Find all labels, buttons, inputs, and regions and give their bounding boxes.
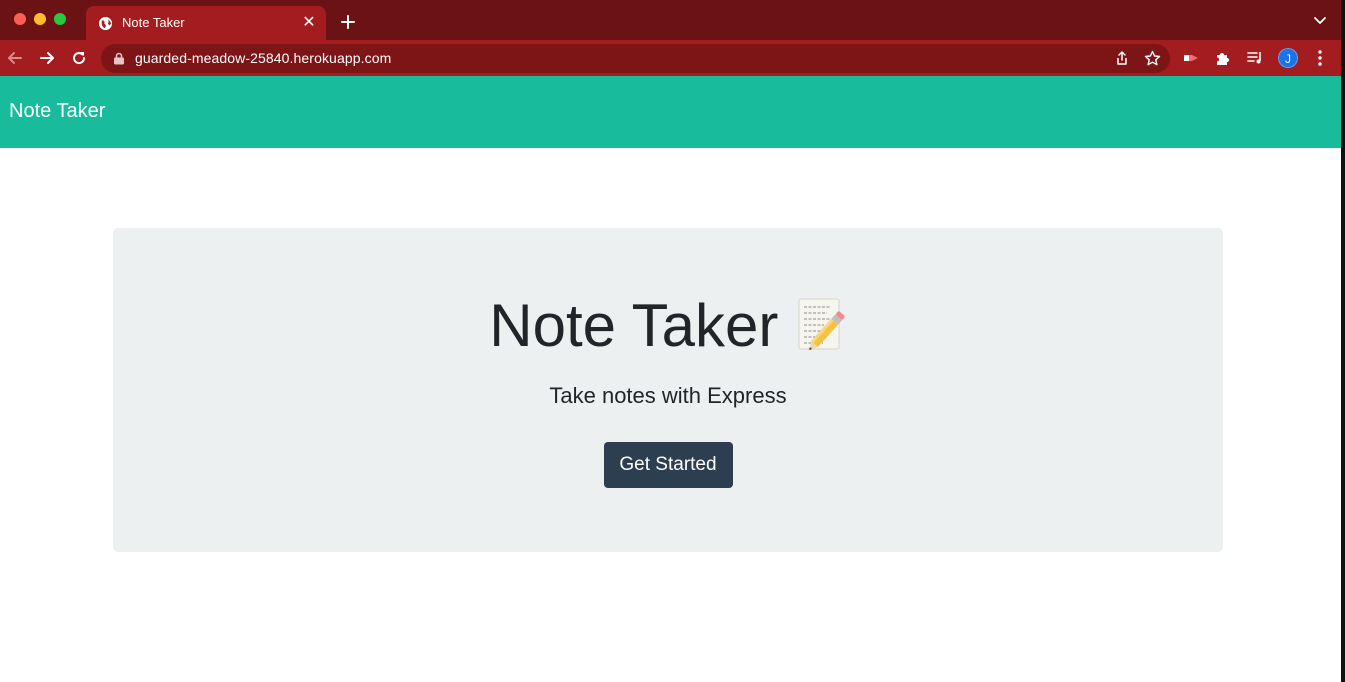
tab-note-taker[interactable]: Note Taker ✕ xyxy=(86,6,326,42)
share-icon[interactable] xyxy=(1114,50,1130,66)
browser-window: Note Taker ✕ guarded-meadow-25840.heroku… xyxy=(0,0,1341,682)
close-window-button[interactable] xyxy=(14,13,26,25)
address-bar[interactable]: guarded-meadow-25840.herokuapp.com xyxy=(101,44,1170,73)
extensions-puzzle-icon[interactable] xyxy=(1214,49,1232,67)
navbar-brand-link[interactable]: Note Taker xyxy=(9,100,105,123)
tab-close-icon[interactable]: ✕ xyxy=(300,14,318,32)
site-navbar: Note Taker xyxy=(0,76,1341,148)
tab-search-chevron-icon[interactable] xyxy=(1313,14,1327,28)
hero-heading: Note Taker xyxy=(113,294,1223,358)
lock-icon[interactable] xyxy=(113,52,125,65)
tab-title: Note Taker xyxy=(122,15,185,30)
new-tab-button[interactable] xyxy=(337,11,359,33)
browser-toolbar: guarded-meadow-25840.herokuapp.com J xyxy=(0,40,1341,76)
maximize-window-button[interactable] xyxy=(54,13,66,25)
get-started-button[interactable]: Get Started xyxy=(603,442,733,488)
minimize-window-button[interactable] xyxy=(34,13,46,25)
media-extension-icon[interactable] xyxy=(1182,49,1200,67)
forward-arrow-icon[interactable] xyxy=(37,48,57,68)
back-arrow-icon[interactable] xyxy=(5,48,25,68)
globe-icon xyxy=(98,16,113,31)
window-edge xyxy=(1341,0,1345,682)
hero-subtitle: Take notes with Express xyxy=(549,383,787,408)
tab-strip: Note Taker ✕ xyxy=(0,0,1341,42)
web-page: Note Taker Note Taker Take notes with Ex… xyxy=(0,76,1341,682)
hero-jumbotron: Note Taker Take notes with Express Get S… xyxy=(113,228,1223,552)
url-text[interactable]: guarded-meadow-25840.herokuapp.com xyxy=(135,50,391,66)
bookmark-star-icon[interactable] xyxy=(1144,50,1161,67)
page-title: Note Taker xyxy=(489,292,779,359)
cta-wrapper: Get Started xyxy=(113,442,1223,488)
profile-avatar[interactable]: J xyxy=(1278,48,1298,68)
reload-icon[interactable] xyxy=(69,48,89,68)
memo-pencil-icon xyxy=(798,298,845,350)
media-queue-icon[interactable] xyxy=(1246,49,1264,67)
more-menu-icon[interactable] xyxy=(1312,49,1328,67)
